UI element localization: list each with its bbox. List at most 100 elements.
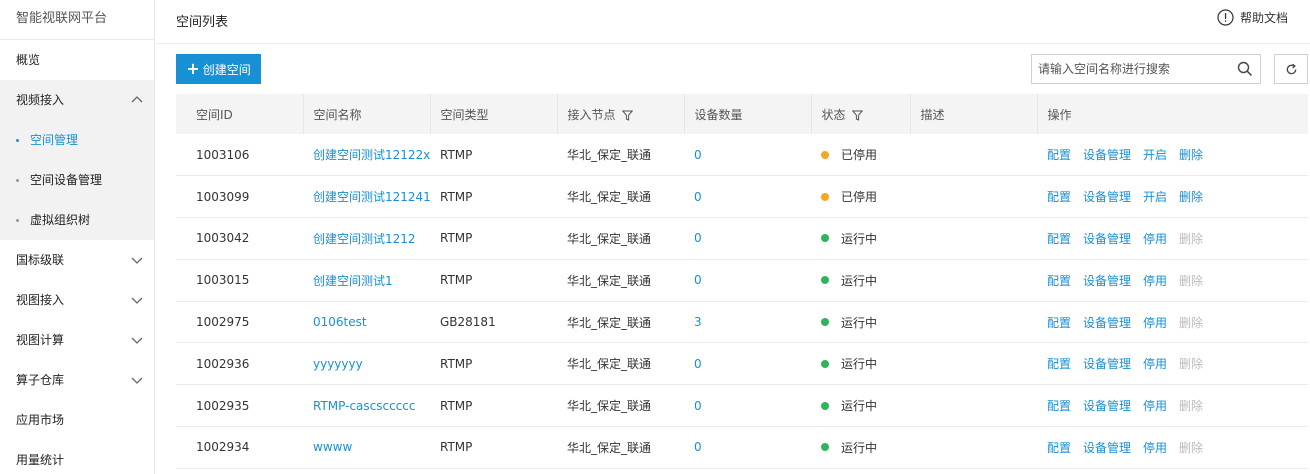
status-label: 运行中 <box>841 231 878 246</box>
table-header-row: 空间ID 空间名称 空间类型 接入节点 设备数量 状态 描述 操作 <box>176 94 1308 134</box>
space-name-link[interactable]: 创建空间测试12122xx <box>313 148 430 162</box>
device-count-link[interactable]: 0 <box>694 190 702 204</box>
column-header-status: 状态 <box>810 94 910 134</box>
device-management-link[interactable]: 设备管理 <box>1083 441 1131 455</box>
delete-link: 删除 <box>1179 315 1204 330</box>
sidebar-subitem-space-management[interactable]: 空间管理 <box>0 120 154 160</box>
device-management-link[interactable]: 设备管理 <box>1083 232 1131 246</box>
device-management-link[interactable]: 设备管理 <box>1083 357 1131 371</box>
bullet-icon <box>16 179 19 182</box>
sidebar-item-label: 视频接入 <box>16 93 65 107</box>
device-count-link[interactable]: 3 <box>694 315 702 329</box>
space-name-link[interactable]: yyyyyyy <box>313 357 363 371</box>
sidebar-item-view-access[interactable]: 视图接入 <box>0 280 154 320</box>
status-dot-icon <box>821 318 829 327</box>
config-link[interactable]: 配置 <box>1047 316 1071 330</box>
sidebar-subitem-virtual-org-tree[interactable]: 虚拟组织树 <box>0 200 154 240</box>
cell-space-type: RTMP <box>430 426 557 469</box>
config-link[interactable]: 配置 <box>1047 232 1071 246</box>
filter-icon[interactable] <box>622 110 634 121</box>
video-access-submenu: 空间管理 空间设备管理 虚拟组织树 <box>0 120 154 240</box>
device-management-link[interactable]: 设备管理 <box>1083 399 1131 413</box>
sidebar-item-label: 概览 <box>16 53 41 67</box>
enable-link[interactable]: 开启 <box>1143 148 1167 162</box>
sidebar-item-view-compute[interactable]: 视图计算 <box>0 320 154 360</box>
sidebar-item-usage-stats[interactable]: 用量统计 <box>0 440 154 474</box>
disable-link[interactable]: 停用 <box>1143 399 1167 413</box>
column-header-desc: 描述 <box>909 94 1037 134</box>
column-header-name: 空间名称 <box>302 94 430 134</box>
device-count-link[interactable]: 0 <box>694 231 702 245</box>
device-management-link[interactable]: 设备管理 <box>1083 148 1131 162</box>
config-link[interactable]: 配置 <box>1047 441 1071 455</box>
space-name-link[interactable]: 0106test <box>313 315 367 329</box>
cell-operations: 配置 设备管理 停用 删除 <box>1037 384 1308 428</box>
device-count-link[interactable]: 0 <box>694 357 702 371</box>
sidebar-item-gb-cascade[interactable]: 国标级联 <box>0 240 154 280</box>
cell-status: 已停用 <box>811 175 910 219</box>
device-count-link[interactable]: 0 <box>694 273 702 287</box>
space-name-link[interactable]: 创建空间测试1212 <box>313 232 416 246</box>
status-label: 已停用 <box>841 148 878 163</box>
device-count-link[interactable]: 0 <box>694 440 702 454</box>
cell-operations: 配置 设备管理 停用 删除 <box>1037 301 1308 344</box>
sidebar-subitem-space-device-management[interactable]: 空间设备管理 <box>0 160 154 200</box>
enable-link[interactable]: 开启 <box>1143 190 1167 204</box>
cell-space-type: RTMP <box>430 384 557 428</box>
cell-space-type: RTMP <box>430 342 557 386</box>
config-link[interactable]: 配置 <box>1047 357 1071 371</box>
delete-link: 删除 <box>1179 399 1204 414</box>
filter-icon[interactable] <box>852 110 864 121</box>
disable-link[interactable]: 停用 <box>1143 274 1167 288</box>
device-count-link[interactable]: 0 <box>694 148 702 162</box>
create-space-button[interactable]: + 创建空间 <box>176 54 261 84</box>
create-space-label: 创建空间 <box>202 62 251 77</box>
cell-description <box>910 175 1037 219</box>
sidebar-item-operator-repo[interactable]: 算子仓库 <box>0 360 154 400</box>
status-dot-icon <box>821 234 829 243</box>
config-link[interactable]: 配置 <box>1047 190 1071 204</box>
search-icon[interactable] <box>1230 55 1260 83</box>
delete-link: 删除 <box>1179 440 1204 455</box>
delete-link[interactable]: 删除 <box>1179 190 1203 204</box>
refresh-icon <box>1286 63 1296 74</box>
status-dot-icon <box>821 192 829 201</box>
cell-description <box>910 301 1037 344</box>
status-label: 运行中 <box>841 357 878 372</box>
disable-link[interactable]: 停用 <box>1143 441 1167 455</box>
device-count-link[interactable]: 0 <box>694 399 702 413</box>
config-link[interactable]: 配置 <box>1047 274 1071 288</box>
disable-link[interactable]: 停用 <box>1143 232 1167 246</box>
cell-space-id: 1002936 <box>176 342 303 386</box>
sidebar-item-video-access[interactable]: 视频接入 <box>0 80 154 120</box>
status-label: 运行中 <box>841 440 878 455</box>
device-management-link[interactable]: 设备管理 <box>1083 190 1131 204</box>
disable-link[interactable]: 停用 <box>1143 316 1167 330</box>
chevron-down-icon <box>131 377 143 384</box>
refresh-button[interactable] <box>1274 54 1308 84</box>
search-input[interactable] <box>1032 55 1230 83</box>
help-icon <box>1217 9 1234 26</box>
column-header-type: 空间类型 <box>429 94 557 134</box>
space-name-link[interactable]: wwww <box>313 440 352 454</box>
status-dot-icon <box>821 401 829 410</box>
sidebar-item-overview[interactable]: 概览 <box>0 40 154 80</box>
status-label: 运行中 <box>841 273 878 288</box>
config-link[interactable]: 配置 <box>1047 399 1071 413</box>
space-name-link[interactable]: RTMP-cascsccccc <box>313 399 416 413</box>
status-label: 运行中 <box>841 399 878 414</box>
column-header-id: 空间ID <box>176 94 303 134</box>
chevron-down-icon <box>131 257 143 264</box>
delete-link[interactable]: 删除 <box>1179 148 1203 162</box>
cell-status: 运行中 <box>811 217 910 260</box>
device-management-link[interactable]: 设备管理 <box>1083 316 1131 330</box>
help-docs-link[interactable]: 帮助文档 <box>1217 9 1288 26</box>
disable-link[interactable]: 停用 <box>1143 357 1167 371</box>
device-management-link[interactable]: 设备管理 <box>1083 274 1131 288</box>
space-name-link[interactable]: 创建空间测试1 <box>313 274 393 288</box>
cell-access-node: 华北_保定_联通 <box>557 342 684 386</box>
config-link[interactable]: 配置 <box>1047 148 1071 162</box>
sidebar-item-app-market[interactable]: 应用市场 <box>0 400 154 440</box>
space-name-link[interactable]: 创建空间测试1212411 <box>313 190 430 204</box>
page-title: 空间列表 <box>176 15 229 30</box>
